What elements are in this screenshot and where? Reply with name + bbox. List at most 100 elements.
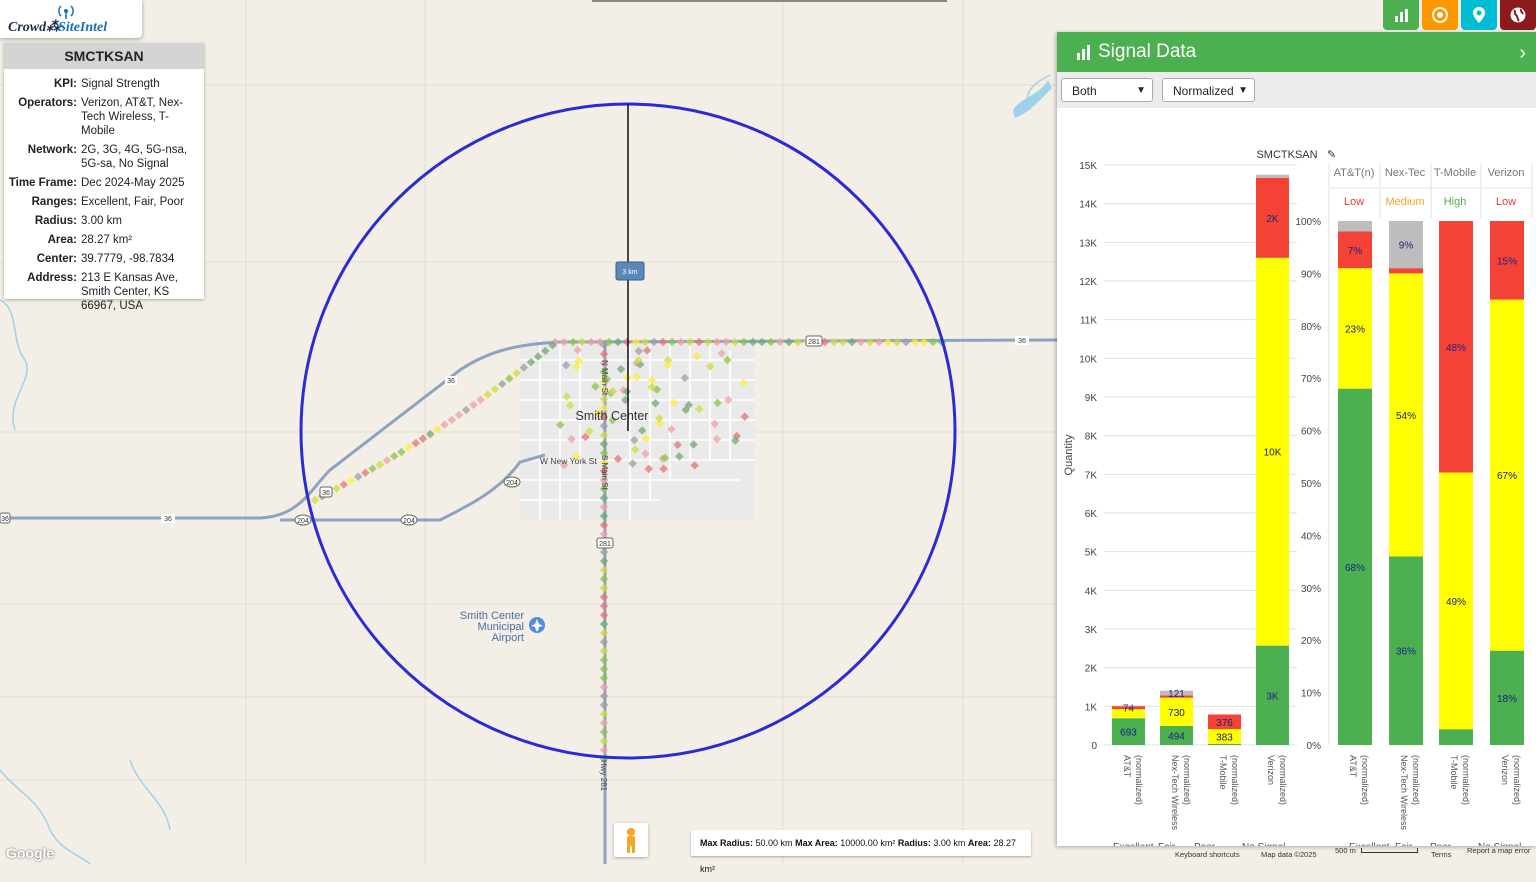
info-key: Ranges: (31, 196, 77, 208)
info-key: Area: (47, 234, 77, 246)
x-tick-label: (normalized) (1512, 755, 1522, 805)
x-tick-label: T-Mobile (1218, 755, 1228, 790)
bar-segment (1112, 705, 1145, 707)
broadcast-icon (58, 5, 74, 19)
globe-icon (1510, 7, 1526, 23)
svg-text:36: 36 (322, 490, 330, 497)
y-tick-label: 10% (1301, 689, 1321, 700)
info-row: KPI: Signal Strength (8, 77, 200, 91)
x-tick-label: Verizon (1500, 755, 1510, 785)
data-label: 10K (1264, 448, 1282, 459)
street-label: W New York St (540, 456, 597, 466)
legend-label: Excellent (1113, 842, 1154, 846)
y-tick-label: 60% (1301, 427, 1321, 438)
x-tick-label: Nex-Tech Wireless (1170, 755, 1180, 831)
mode-select[interactable]: Normalized ▼ (1162, 78, 1255, 102)
chart-button[interactable] (1383, 0, 1419, 30)
y-tick-label: 30% (1301, 584, 1321, 595)
target-button[interactable] (1422, 0, 1458, 30)
y-tick-label: 40% (1301, 531, 1321, 542)
info-value: 2G, 3G, 4G, 5G-nsa, 5G-sa, No Signal (81, 144, 188, 170)
data-label: 383 (1216, 732, 1233, 743)
x-tick-label: (normalized) (1134, 755, 1144, 805)
info-row: Ranges: Excellent, Fair, Poor (8, 195, 200, 209)
svg-text:Airport: Airport (492, 632, 524, 644)
street-view-button[interactable] (614, 823, 648, 857)
svg-text:204: 204 (403, 518, 415, 525)
info-key: Radius: (34, 215, 77, 227)
town-streets (520, 340, 755, 520)
data-label: 3K (1266, 691, 1279, 702)
y-tick-label: 0% (1307, 741, 1322, 752)
info-key: Center: (36, 253, 77, 265)
y-tick-label: 15K (1079, 161, 1097, 172)
collapse-icon[interactable]: › (1519, 42, 1526, 65)
target-icon (1432, 7, 1448, 23)
svg-text:204: 204 (297, 518, 309, 525)
data-label: 9% (1399, 241, 1414, 252)
data-label: 121 (1168, 689, 1185, 700)
operator-header: Verizon (1488, 167, 1525, 179)
chevron-down-icon: ▼ (1136, 85, 1146, 96)
radius-status-bar: Max Radius: 50.00 km Max Area: 10000.00 … (691, 830, 1031, 874)
keyboard-shortcuts-link[interactable]: Keyboard shortcuts (1175, 850, 1240, 859)
x-tick-label: Verizon (1266, 755, 1276, 785)
rating-label: Low (1344, 196, 1364, 208)
info-value: Dec 2024-May 2025 (81, 177, 185, 189)
y-tick-label: 7K (1085, 470, 1098, 481)
y-tick-label: 8K (1085, 432, 1098, 443)
network-select[interactable]: Both ▼ (1061, 78, 1153, 102)
operator-header: AT&T(n) (1334, 167, 1375, 179)
bar-segment (1208, 743, 1241, 745)
data-label: 15% (1497, 256, 1517, 267)
info-row: Radius: 3.00 km (8, 214, 200, 228)
bar-segment (1338, 221, 1372, 232)
svg-text:36: 36 (1, 516, 9, 523)
svg-text:281: 281 (599, 541, 611, 548)
data-label: 48% (1446, 343, 1466, 354)
app-logo[interactable]: Crowd⁂SiteIntel (0, 0, 142, 38)
bar-segment (1389, 268, 1423, 274)
y-tick-label: 5K (1085, 548, 1098, 559)
data-label: 18% (1497, 694, 1517, 705)
data-label: 23% (1345, 324, 1365, 335)
info-row: Network: 2G, 3G, 4G, 5G-nsa, 5G-sa, No Si… (8, 143, 200, 171)
bar-chart-icon (1077, 45, 1090, 60)
map-footer: Keyboard shortcuts Map data ©2025 500 m … (1160, 846, 1536, 864)
pegman-icon (627, 828, 635, 853)
map-data-text: Map data ©2025 (1261, 850, 1317, 859)
y-tick-label: 10K (1079, 354, 1097, 365)
info-value: Verizon, AT&T, Nex-Tech Wireless, T-Mobi… (81, 97, 184, 137)
info-value: 39.7779, -98.7834 (81, 253, 175, 265)
x-tick-label: (normalized) (1461, 755, 1471, 805)
info-value: 213 E Kansas Ave, Smith Center, KS 66967… (81, 272, 178, 312)
location-button[interactable] (1461, 0, 1497, 30)
globe-button[interactable] (1500, 0, 1536, 30)
svg-text:36: 36 (164, 516, 172, 523)
x-tick-label: AT&T (1348, 755, 1358, 778)
y-tick-label: 2K (1085, 664, 1098, 675)
panel-title: Signal Data (1098, 41, 1197, 62)
y-tick-label: 3K (1085, 625, 1098, 636)
terms-link[interactable]: Terms (1431, 850, 1451, 859)
filter-row: Both ▼ Normalized ▼ (1057, 72, 1536, 108)
chevron-down-icon: ▼ (1238, 85, 1248, 96)
bar-segment (1256, 174, 1289, 178)
rating-label: High (1444, 196, 1467, 208)
data-label: 7% (1348, 246, 1363, 257)
y-tick-label: 80% (1301, 322, 1321, 333)
scale-label: 500 m (1335, 846, 1356, 855)
info-key: KPI: (54, 78, 77, 90)
bar-segment (1439, 729, 1473, 745)
y-tick-label: 4K (1085, 586, 1098, 597)
rating-label: Low (1496, 196, 1516, 208)
info-key: Network: (27, 144, 77, 156)
x-tick-label: T-Mobile (1449, 755, 1459, 790)
y-tick-label: 9K (1085, 393, 1098, 404)
y-tick-label: 70% (1301, 374, 1321, 385)
signal-data-panel: Signal Data › Both ▼ Normalized ▼ 0 1K 2K 3K 4… (1057, 32, 1536, 846)
report-link[interactable]: Report a map error (1467, 846, 1530, 855)
data-label: 67% (1497, 471, 1517, 482)
y-tick-label: 6K (1085, 509, 1098, 520)
info-row: Address: 213 E Kansas Ave, Smith Center, … (8, 271, 200, 313)
